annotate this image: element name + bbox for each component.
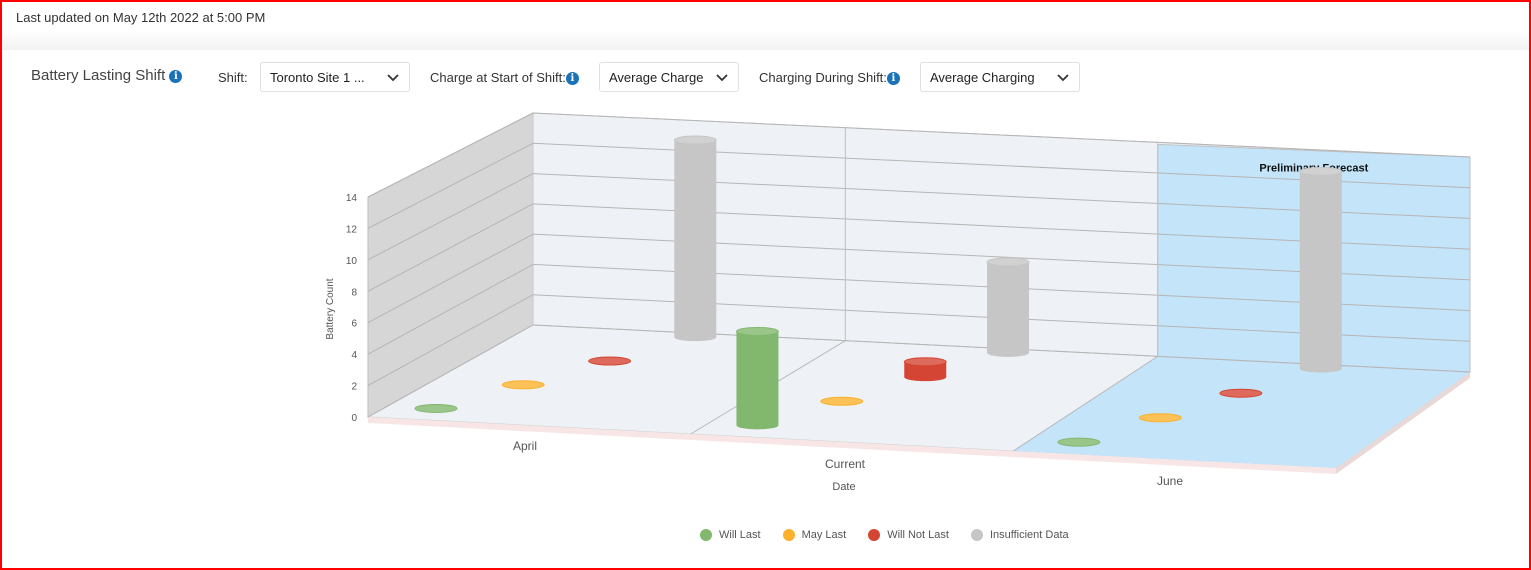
legend-marker-icon [970,529,983,541]
legend-item-may-last[interactable]: May Last [782,529,847,541]
bar-may-last [501,380,545,390]
legend-label: Insufficient Data [989,529,1069,541]
y-tick-label: 2 [351,382,357,393]
bar-will-not-last [1219,388,1263,398]
cylinder-top [414,403,458,413]
legend-marker-icon [868,529,881,541]
cylinder-top [903,357,947,367]
bar-insufficient-data [986,257,1030,357]
y-tick-label: 8 [351,287,357,298]
legend-item-will-last[interactable]: Will Last [700,529,761,541]
bar-may-last [820,396,864,406]
y-axis-label: Battery Count [325,278,336,339]
x-tick-label: Current [825,457,866,471]
cylinder-body [1299,171,1342,369]
cylinder-top [1219,388,1263,398]
cylinder-top [1057,437,1101,447]
bar-will-not-last [588,356,632,366]
cylinder-top [986,257,1030,267]
y-tick-label: 6 [351,319,357,330]
bar-will-last [414,403,458,413]
y-tick-label: 14 [346,193,358,204]
y-tick-label: 4 [351,350,357,361]
bar-will-last [1057,437,1101,447]
legend-marker-icon [782,529,795,541]
cylinder-top [501,380,545,390]
x-tick-label: April [513,439,537,453]
cylinder-top [820,396,864,406]
bar-insufficient-data [673,135,717,342]
y-tick-label: 10 [346,256,358,267]
cylinder-body [987,261,1030,353]
battery-chart: Preliminary Forecast02468101214Battery C… [325,112,1472,493]
y-tick-label: 12 [346,224,358,235]
legend-label: May Last [801,529,847,541]
bar-will-not-last [903,357,947,382]
legend-marker-icon [700,529,712,541]
bar-insufficient-data [1299,166,1343,373]
bar-may-last [1138,413,1182,423]
x-tick-label: June [1157,474,1183,488]
legend-label: Will Not Last [887,529,949,541]
cylinder-top [1138,413,1182,423]
cylinder-top [735,326,779,336]
cylinder-top [1299,166,1343,176]
x-axis-label: Date [832,481,855,493]
legend-item-insufficient-data[interactable]: Insufficient Data [970,529,1069,541]
cylinder-top [588,356,632,366]
bar-will-last [735,326,779,430]
y-tick-label: 0 [351,413,357,424]
cylinder-body [674,140,717,338]
cylinder-body [736,331,779,426]
chart-legend: Will Last May Last Will Not Last Insufficie… [700,529,1091,541]
legend-item-will-not-last[interactable]: Will Not Last [868,529,949,541]
cylinder-top [673,135,717,145]
legend-label: Will Last [719,529,761,541]
